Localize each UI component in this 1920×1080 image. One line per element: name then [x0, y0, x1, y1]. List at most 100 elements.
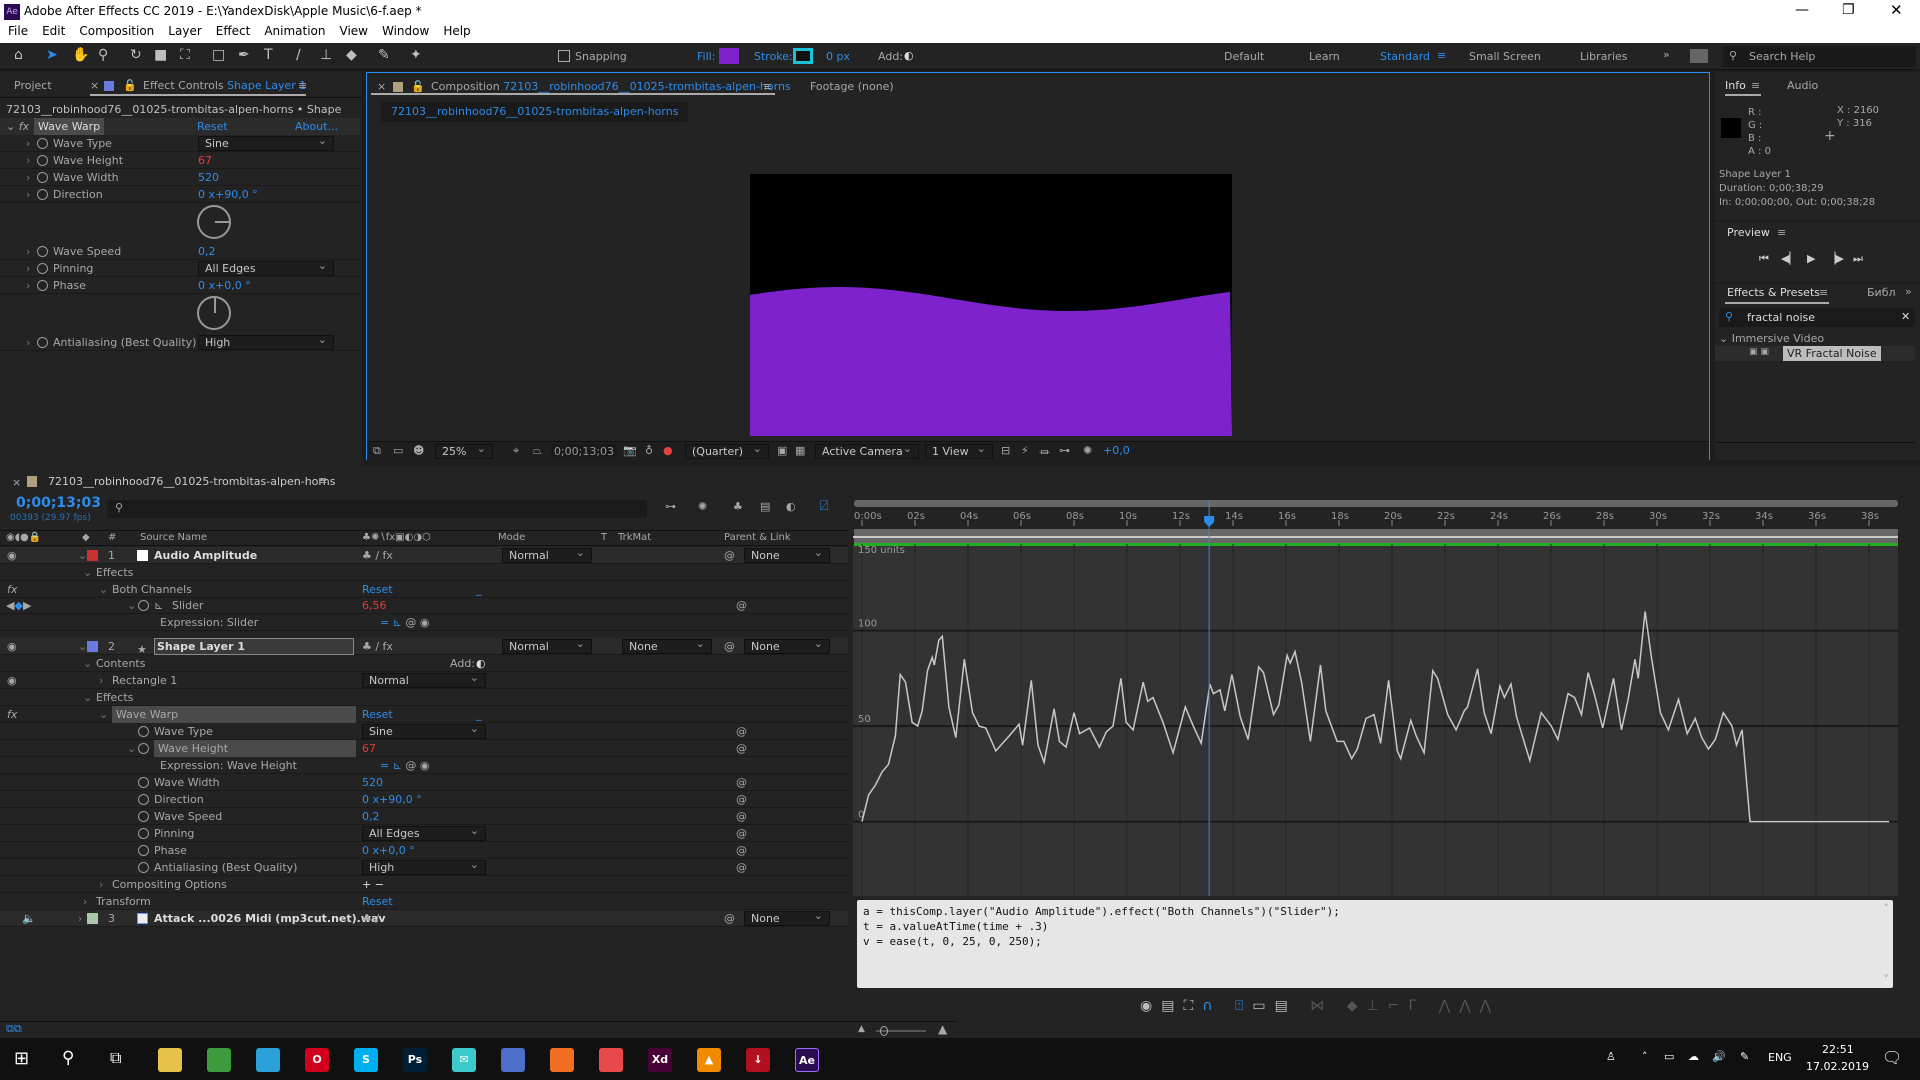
people-icon[interactable]: ♙: [1606, 1050, 1616, 1063]
stopwatch-icon[interactable]: [138, 600, 149, 611]
expand-chevron-icon[interactable]: ›: [83, 893, 87, 910]
snapping-checkbox[interactable]: [558, 50, 570, 62]
menu-animation[interactable]: Animation: [264, 24, 325, 38]
header-source-name[interactable]: Source Name: [140, 532, 207, 543]
search-icon[interactable]: ⚲: [62, 1048, 74, 1068]
expand-chevron-icon[interactable]: ›: [78, 910, 82, 927]
tray-chevron-icon[interactable]: ˄: [1642, 1050, 1648, 1063]
property-row[interactable]: Wave Width 520 @: [0, 774, 848, 791]
property-dropdown[interactable]: Sine: [198, 134, 334, 151]
tab-footage[interactable]: Footage (none): [810, 80, 894, 93]
property-row[interactable]: ◉ › Rectangle 1 Normal: [0, 671, 848, 689]
draft-3d-icon[interactable]: ✺: [698, 500, 707, 513]
workspace-default[interactable]: Default: [1224, 50, 1264, 63]
minimize-button[interactable]: —: [1795, 2, 1809, 18]
stroke-width[interactable]: 0 px: [826, 50, 850, 63]
reset-button[interactable]: Reset: [362, 893, 393, 910]
taskbar-app[interactable]: Xd: [648, 1048, 672, 1072]
close-icon[interactable]: ×: [90, 79, 99, 92]
notifications-icon[interactable]: 🗨: [1882, 1048, 1902, 1067]
fill-swatch[interactable]: [719, 48, 739, 64]
add-icon[interactable]: ◐: [904, 49, 914, 62]
composition-viewer[interactable]: [750, 174, 1232, 436]
effects-search-input[interactable]: ⚲ fractal noise ✕: [1719, 308, 1915, 327]
view-layout-dropdown[interactable]: 1 View: [925, 442, 993, 459]
property-dropdown[interactable]: High: [362, 858, 486, 875]
stopwatch-icon[interactable]: [37, 337, 48, 348]
lock-icon[interactable]: 🔓: [123, 79, 137, 92]
pick-whip-icon[interactable]: @: [736, 791, 747, 808]
expand-chevron-icon[interactable]: ⌄: [127, 740, 136, 757]
panel-menu-icon[interactable]: ≡: [763, 80, 772, 93]
graph-options-icon[interactable]: ▤: [1161, 998, 1183, 1014]
layer-switches[interactable]: ♣ ∕: [362, 910, 379, 927]
eraser-tool-icon[interactable]: ◆: [346, 47, 357, 63]
reset-exposure-icon[interactable]: ✺: [1083, 444, 1092, 457]
next-frame-icon[interactable]: ▕▶: [1827, 252, 1844, 265]
taskbar-app[interactable]: ✉: [452, 1048, 476, 1072]
angle-dial[interactable]: [197, 296, 231, 330]
reset-button[interactable]: Reset: [362, 706, 393, 723]
stopwatch-icon[interactable]: [138, 726, 149, 737]
stopwatch-icon[interactable]: [138, 794, 149, 805]
pick-whip-icon[interactable]: @: [724, 547, 735, 564]
exposure-value[interactable]: +0,0: [1103, 444, 1130, 457]
property-row[interactable]: Expression: Wave Height = ⊾ @ ◉: [0, 757, 848, 774]
pick-whip-icon[interactable]: @: [724, 910, 735, 927]
stopwatch-icon[interactable]: [138, 862, 149, 873]
expand-chevron-icon[interactable]: ›: [99, 876, 103, 893]
pan-behind-tool-icon[interactable]: ⛶: [180, 47, 190, 63]
task-view-icon[interactable]: ⧉: [110, 1048, 121, 1068]
panel-menu-icon[interactable]: ≡: [1751, 79, 1760, 92]
fit-graph-icon[interactable]: ▤: [1275, 998, 1297, 1014]
restore-button[interactable]: ❐: [1842, 2, 1855, 18]
tab-effect-controls[interactable]: Effect Controls Shape Layer 1: [143, 79, 306, 92]
close-icon[interactable]: ×: [377, 80, 386, 93]
layer-row[interactable]: ◉ ⌄ 2 ★ Shape Layer 1 ♣ ∕ fx Normal None @ None: [0, 637, 848, 656]
parent-dropdown[interactable]: None: [744, 909, 830, 926]
property-row[interactable]: › Transform Reset: [0, 893, 848, 910]
visibility-eye-icon[interactable]: ◉: [7, 672, 17, 689]
close-icon[interactable]: ×: [12, 476, 21, 489]
menu-effect[interactable]: Effect: [216, 24, 251, 38]
property-dropdown[interactable]: Sine: [362, 722, 486, 739]
taskbar-app[interactable]: [158, 1048, 182, 1072]
property-row[interactable]: Direction 0 x+90,0 ° @: [0, 791, 848, 808]
roi-icon[interactable]: ▣: [777, 444, 787, 457]
label-color-chip[interactable]: [87, 550, 98, 561]
type-tool-icon[interactable]: T: [264, 47, 273, 63]
pick-whip-icon[interactable]: @: [736, 825, 747, 842]
stopwatch-icon[interactable]: [37, 189, 48, 200]
property-value[interactable]: 0,2: [198, 243, 216, 260]
property-dropdown[interactable]: All Edges: [198, 259, 334, 276]
first-frame-icon[interactable]: ⏮: [1759, 252, 1769, 266]
stopwatch-icon[interactable]: [37, 246, 48, 257]
menu-file[interactable]: File: [8, 24, 28, 38]
property-row[interactable]: ⌄ Effects: [0, 564, 848, 581]
expand-chevron-icon[interactable]: ⌄: [78, 638, 87, 655]
taskbar-app[interactable]: [256, 1048, 280, 1072]
frame-blending-icon[interactable]: ▤: [760, 500, 770, 513]
rectangle-tool-icon[interactable]: □: [212, 47, 225, 63]
last-frame-icon[interactable]: ⏭: [1853, 252, 1863, 266]
menu-window[interactable]: Window: [382, 24, 429, 38]
lock-icon[interactable]: 🔓: [411, 80, 425, 93]
reset-button[interactable]: Reset: [197, 118, 228, 135]
property-row[interactable]: Wave Speed 0,2 @: [0, 808, 848, 825]
stopwatch-icon[interactable]: [37, 155, 48, 166]
shy-layers-icon[interactable]: ♣: [733, 500, 743, 513]
tab-audio[interactable]: Audio: [1787, 79, 1818, 92]
pick-whip-icon[interactable]: @: [724, 638, 735, 655]
zoom-tool-icon[interactable]: ⚲: [98, 47, 108, 63]
property-value[interactable]: 67: [198, 152, 212, 169]
volume-icon[interactable]: 🔊: [1712, 1050, 1726, 1063]
pick-whip-icon[interactable]: @: [736, 740, 747, 757]
expand-chevron-icon[interactable]: ⌄: [127, 597, 136, 614]
taskbar-app[interactable]: O: [305, 1048, 329, 1072]
label-color-chip[interactable]: [87, 641, 98, 652]
label-color-chip[interactable]: [87, 913, 98, 924]
zoom-out-icon[interactable]: ▲: [858, 1024, 865, 1034]
reset-button[interactable]: Reset: [362, 581, 393, 598]
region-icon[interactable]: ⏢: [533, 444, 542, 458]
blend-mode-dropdown[interactable]: Normal: [502, 546, 592, 563]
